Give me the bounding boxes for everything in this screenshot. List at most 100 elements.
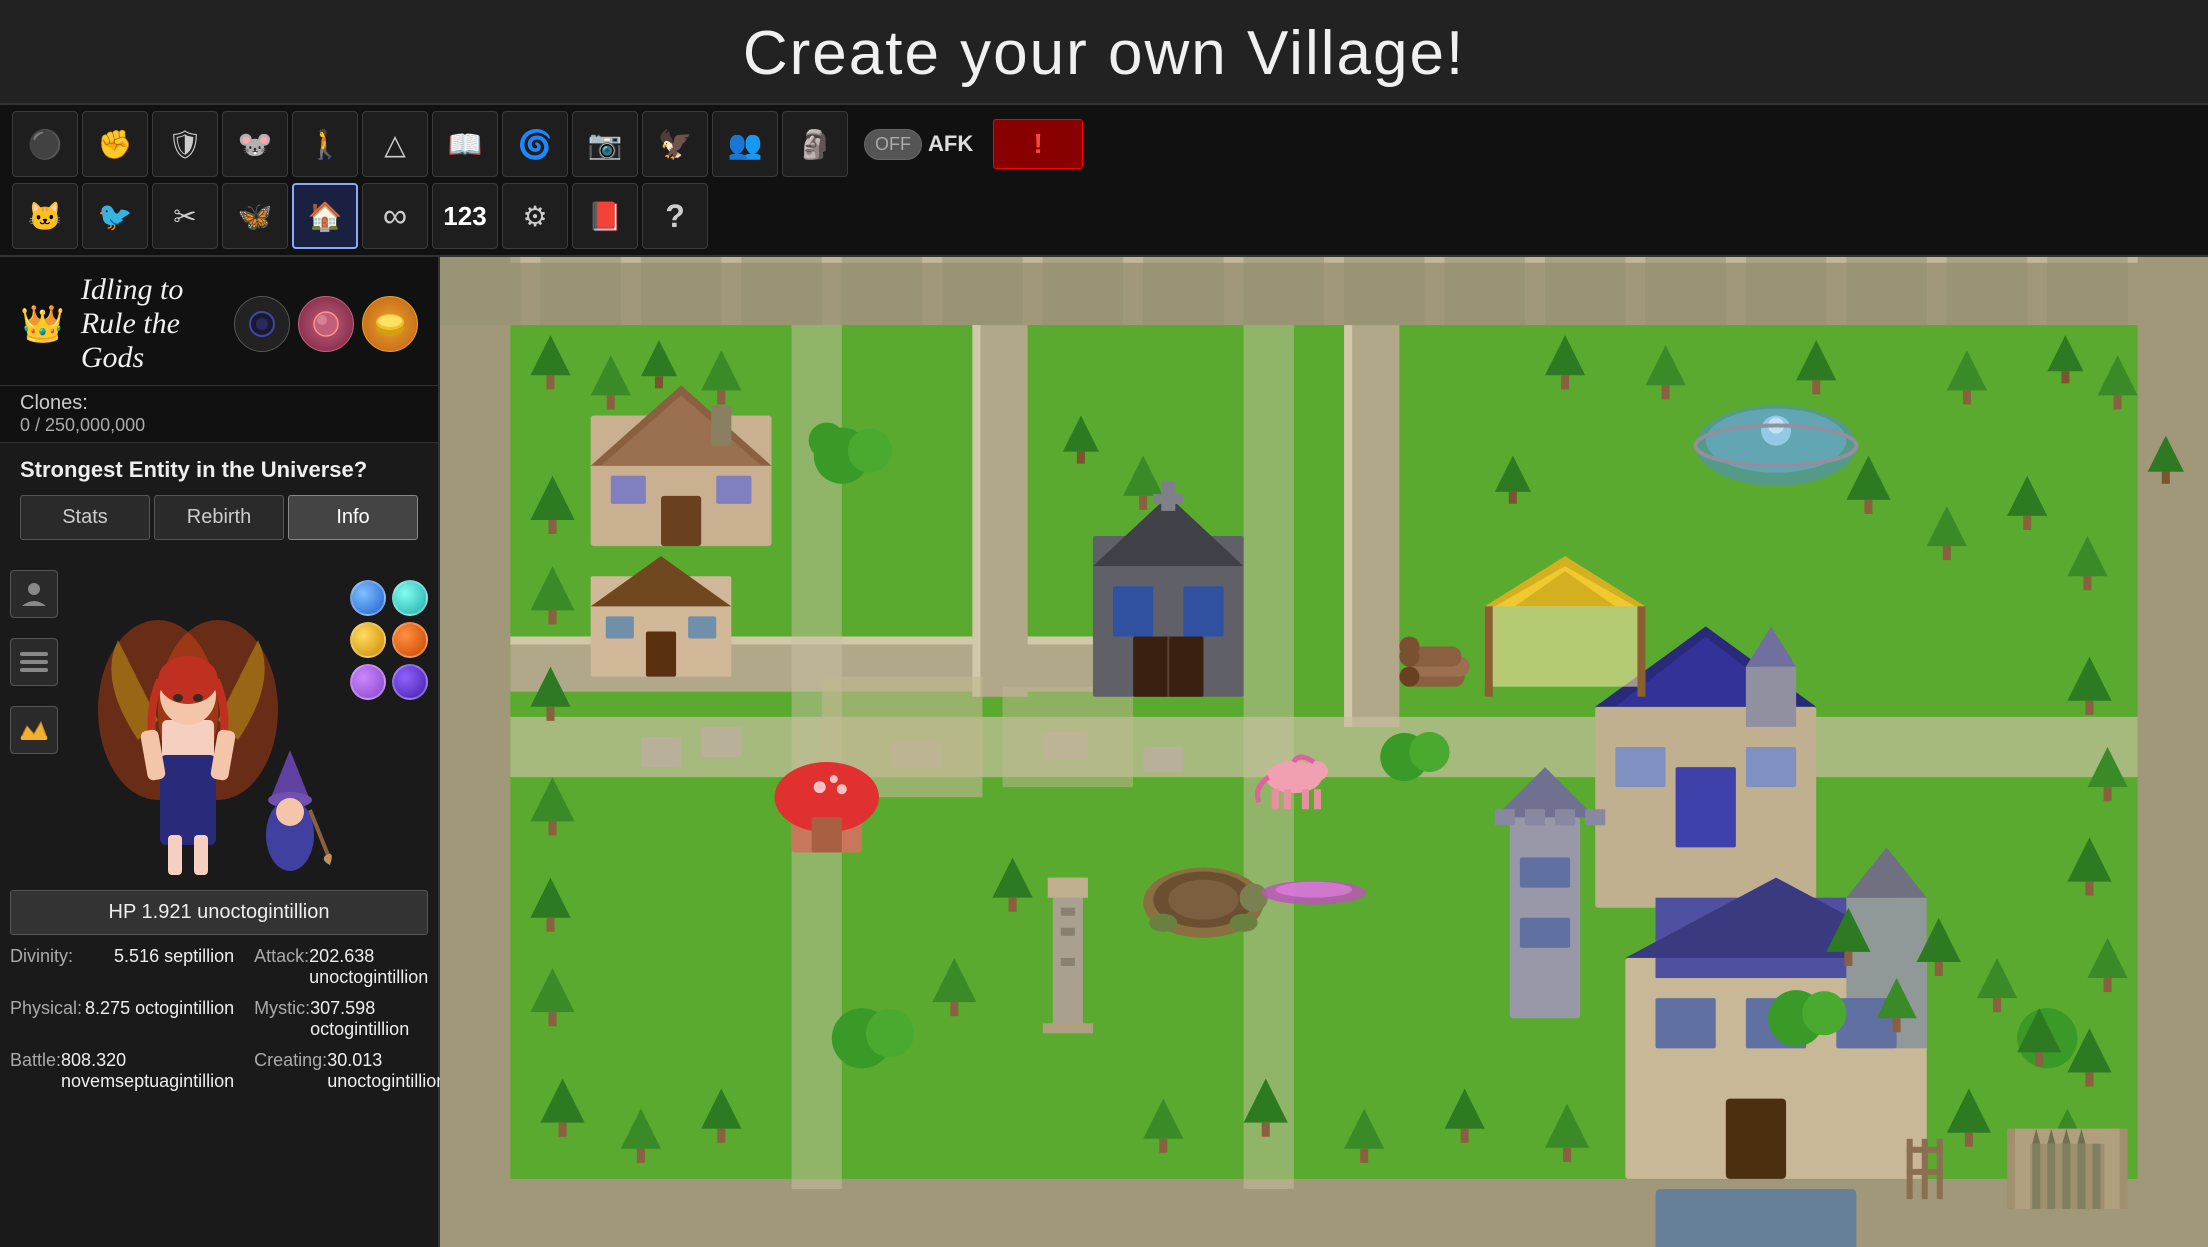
gem-amber xyxy=(350,622,386,658)
tab-stats[interactable]: Stats xyxy=(20,495,150,540)
toolbar-btn-number[interactable]: 123 xyxy=(432,183,498,249)
toolbar-btn-eagle[interactable]: 🦅 xyxy=(642,111,708,177)
rose-orb-icon xyxy=(298,296,354,352)
scissors-icon: ✂ xyxy=(173,200,196,233)
fist-icon: ✊ xyxy=(98,128,133,161)
toolbar-btn-book2[interactable]: 📕 xyxy=(572,183,638,249)
toolbar-btn-galaxy[interactable]: 🌀 xyxy=(502,111,568,177)
entity-tabs: Stats Rebirth Info xyxy=(20,495,418,540)
tab-rebirth[interactable]: Rebirth xyxy=(154,495,284,540)
toolbar-btn-camera[interactable]: 📷 xyxy=(572,111,638,177)
bird-icon: 🐦 xyxy=(98,200,133,233)
character-profile-icon[interactable] xyxy=(10,570,58,618)
toolbar-btn-butterfly[interactable]: 🦋 xyxy=(222,183,288,249)
mystic-value: 307.598 octogintillion xyxy=(310,998,446,1040)
infinity-icon: ∞ xyxy=(383,197,407,236)
clones-count: 0 / 250,000,000 xyxy=(20,415,418,436)
dark-orb-icon xyxy=(234,296,290,352)
toolbar: ⚫ ✊ 🛡 🐭 🚶 △ 📖 🌀 📷 🦅 👥 🗿 OFF AFK ! 🐱 🐦 ✂ … xyxy=(0,105,2208,257)
eagle-icon: 🦅 xyxy=(658,128,693,161)
toolbar-btn-pet[interactable]: 🐭 xyxy=(222,111,288,177)
toolbar-btn-scissors[interactable]: ✂ xyxy=(152,183,218,249)
toolbar-btn-help[interactable]: ? xyxy=(642,183,708,249)
toolbar-btn-figure[interactable]: 🗿 xyxy=(782,111,848,177)
stats-section: HP 1.921 unoctogintillion Divinity: 5.51… xyxy=(0,890,438,1095)
afk-toggle-group: OFF AFK xyxy=(864,129,973,160)
battle-label: Battle: xyxy=(10,1050,61,1092)
pet-icon: 🐭 xyxy=(238,128,273,161)
help-icon: ? xyxy=(665,198,685,235)
book-icon: 📖 xyxy=(448,128,483,161)
hp-bar: HP 1.921 unoctogintillion xyxy=(10,890,428,935)
village-icon: 🏠 xyxy=(308,200,343,233)
gem-blue xyxy=(350,580,386,616)
entity-section: Strongest Entity in the Universe? Stats … xyxy=(0,443,438,560)
page-header: Create your own Village! xyxy=(0,0,2208,105)
toolbar-btn-cat[interactable]: 🐱 xyxy=(12,183,78,249)
book2-icon: 📕 xyxy=(588,200,623,233)
tab-info[interactable]: Info xyxy=(288,495,418,540)
physical-value: 8.275 octogintillion xyxy=(85,998,234,1040)
mystic-label: Mystic: xyxy=(254,998,310,1040)
game-title: Idling to Rule the Gods xyxy=(81,273,218,375)
stat-row-battle: Battle: 808.320 novemseptuagintillion xyxy=(10,1047,234,1095)
left-panel: 👑 Idling to Rule the Gods Clones: 0 / 25… xyxy=(0,257,440,1247)
gem-display xyxy=(350,560,428,880)
gem-orange xyxy=(392,622,428,658)
battle-value: 808.320 novemseptuagintillion xyxy=(61,1050,234,1092)
entity-title: Strongest Entity in the Universe? xyxy=(20,457,418,483)
creating-value: 30.013 unoctogintillion xyxy=(327,1050,446,1092)
stat-row-divinity: Divinity: 5.516 septillion xyxy=(10,943,234,991)
toolbar-btn-gear[interactable]: ⚙ xyxy=(502,183,568,249)
game-title-bar: 👑 Idling to Rule the Gods xyxy=(0,257,438,386)
figure-icon: 🗿 xyxy=(798,128,833,161)
pyramid-icon: △ xyxy=(384,128,406,161)
toolbar-btn-fist[interactable]: ✊ xyxy=(82,111,148,177)
physical-label: Physical: xyxy=(10,998,82,1040)
creating-label: Creating: xyxy=(254,1050,327,1092)
toolbar-row-2: 🐱 🐦 ✂ 🦋 🏠 ∞ 123 ⚙ 📕 ? xyxy=(0,180,2208,255)
afk-label: AFK xyxy=(928,131,973,157)
gem-teal xyxy=(392,580,428,616)
toolbar-btn-bird[interactable]: 🐦 xyxy=(82,183,148,249)
afk-switch[interactable]: OFF xyxy=(864,129,922,160)
toolbar-btn-infinity[interactable]: ∞ xyxy=(362,183,428,249)
camera-icon: 📷 xyxy=(588,128,623,161)
stat-row-mystic: Mystic: 307.598 octogintillion xyxy=(254,995,446,1043)
alert-button[interactable]: ! xyxy=(993,119,1083,169)
stat-row-creating: Creating: 30.013 unoctogintillion xyxy=(254,1047,446,1095)
toolbar-btn-person[interactable]: 🚶 xyxy=(292,111,358,177)
character-crown-icon[interactable] xyxy=(10,706,58,754)
toolbar-btn-pyramid[interactable]: △ xyxy=(362,111,428,177)
shield-icon: 🛡 xyxy=(167,128,203,161)
gold-coins-icon xyxy=(362,296,418,352)
clones-info: Clones: 0 / 250,000,000 xyxy=(0,386,438,443)
village-map[interactable] xyxy=(440,257,2208,1247)
main-content: 👑 Idling to Rule the Gods Clones: 0 / 25… xyxy=(0,257,2208,1247)
toolbar-row-1: ⚫ ✊ 🛡 🐭 🚶 △ 📖 🌀 📷 🦅 👥 🗿 OFF AFK ! xyxy=(0,105,2208,180)
gear-icon: ⚙ xyxy=(522,200,547,233)
gem-lavender xyxy=(350,664,386,700)
galaxy-icon: 🌀 xyxy=(518,128,553,161)
character-menu-icon[interactable] xyxy=(10,638,58,686)
char-left-icons xyxy=(10,560,58,880)
number-icon: 123 xyxy=(443,201,486,232)
page-title: Create your own Village! xyxy=(0,18,2208,89)
gem-purple xyxy=(392,664,428,700)
stat-row-attack: Attack: 202.638 unoctogintillion xyxy=(254,943,446,991)
crown-icon: 👑 xyxy=(20,303,65,345)
clones-label: Clones: xyxy=(20,392,418,415)
users-icon: 👥 xyxy=(728,128,763,161)
toolbar-btn-book[interactable]: 📖 xyxy=(432,111,498,177)
divinity-value: 5.516 septillion xyxy=(114,946,234,988)
toolbar-btn-village[interactable]: 🏠 xyxy=(292,183,358,249)
toolbar-btn-shield[interactable]: 🛡 xyxy=(152,111,218,177)
divinity-label: Divinity: xyxy=(10,946,73,988)
stats-grid: Divinity: 5.516 septillion Attack: 202.6… xyxy=(10,943,428,1095)
toolbar-btn-users[interactable]: 👥 xyxy=(712,111,778,177)
toolbar-btn-light[interactable]: ⚫ xyxy=(12,111,78,177)
stat-row-physical: Physical: 8.275 octogintillion xyxy=(10,995,234,1043)
currency-icons xyxy=(234,296,418,352)
character-area xyxy=(0,560,438,880)
butterfly-icon: 🦋 xyxy=(238,200,273,233)
